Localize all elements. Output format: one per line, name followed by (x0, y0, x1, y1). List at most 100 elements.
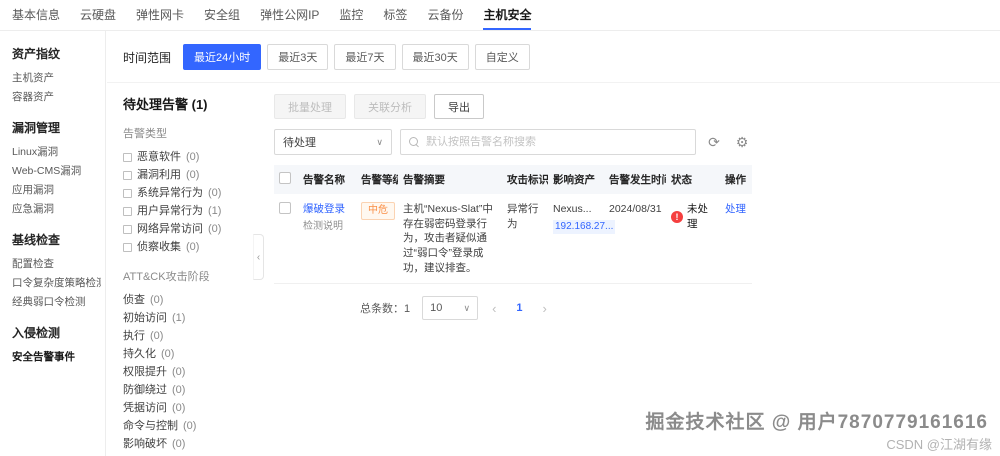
sidebar-item-linux-vuln[interactable]: Linux漏洞 (12, 143, 101, 162)
filter-item-label: 凭据访问 (123, 402, 167, 414)
pending-alerts-section: 待处理告警 (1) 告警类型 恶意软件 (0) 漏洞利用 (0) 系统异常行为 … (107, 83, 1000, 453)
filter-item-persistence[interactable]: 持久化 (0) (123, 345, 253, 363)
filter-item-execution[interactable]: 执行 (0) (123, 327, 253, 345)
status-filter-select[interactable]: 待处理 ∨ (274, 129, 392, 155)
filter-item-reconnaissance[interactable]: 侦查 (0) (123, 291, 253, 309)
export-button[interactable]: 导出 (434, 94, 484, 119)
filter-collapse-handle[interactable]: ‹ (253, 234, 264, 280)
search-input[interactable] (426, 136, 687, 148)
filter-item-user-anomaly[interactable]: 用户异常行为 (1) (123, 202, 253, 220)
watermark-csdn: CSDN @江湖有缘 (886, 437, 992, 452)
filter-item-count: (0) (186, 241, 200, 253)
sidebar-item-password-complexity[interactable]: 口令复杂度策略检测 (12, 274, 101, 293)
main-content: 时间范围 最近24小时 最近3天 最近7天 最近30天 自定义 待处理告警 (1… (107, 31, 1000, 456)
filter-item-count: (0) (208, 187, 222, 199)
alert-time: 2024/08/31 (604, 194, 666, 285)
sidebar-section-vulnerability: 漏洞管理 Linux漏洞 Web-CMS漏洞 应用漏洞 应急漏洞 (12, 119, 101, 219)
alert-name-link[interactable]: 爆破登录 (303, 203, 345, 215)
select-all-checkbox[interactable] (279, 172, 291, 184)
col-time: 告警发生时间 (604, 165, 666, 194)
filter-item-network-anomaly[interactable]: 网络异常访问 (0) (123, 220, 253, 238)
filter-item-command-control[interactable]: 命令与控制 (0) (123, 417, 253, 435)
time-btn-24h[interactable]: 最近24小时 (183, 44, 262, 70)
filter-item-impact[interactable]: 影响破坏 (0) (123, 435, 253, 453)
filter-item-count: (1) (172, 312, 186, 324)
network-anomaly-icon (123, 224, 132, 234)
status-filter-value: 待处理 (283, 137, 316, 149)
filter-item-system-anomaly[interactable]: 系统异常行为 (0) (123, 184, 253, 202)
batch-handle-button[interactable]: 批量处理 (274, 94, 346, 119)
handle-action-link[interactable]: 处理 (725, 203, 746, 215)
sidebar-item-webcms-vuln[interactable]: Web-CMS漏洞 (12, 162, 101, 181)
next-page-button[interactable]: › (540, 301, 548, 316)
search-field[interactable] (400, 129, 696, 155)
filter-item-label: 防御绕过 (123, 384, 167, 396)
sidebar-section-title: 资产指纹 (12, 47, 61, 61)
status-text: 未处理 (687, 203, 708, 230)
table-row: 爆破登录 检测说明 中危 主机“Nexus-Slat”中存在弱密码登录行为，攻击… (274, 194, 752, 285)
time-btn-3d[interactable]: 最近3天 (267, 44, 329, 70)
time-btn-7d[interactable]: 最近7天 (334, 44, 396, 70)
user-anomaly-icon (123, 206, 132, 216)
filter-item-count: (0) (208, 223, 222, 235)
filter-item-recon-collection[interactable]: 侦察收集 (0) (123, 238, 253, 256)
tab-tags[interactable]: 标签 (383, 0, 407, 30)
sidebar: 资产指纹 主机资产 容器资产 漏洞管理 Linux漏洞 Web-CMS漏洞 应用… (0, 31, 106, 456)
filter-item-exploit[interactable]: 漏洞利用 (0) (123, 166, 253, 184)
filter-item-count: (0) (172, 438, 186, 450)
sidebar-item-container-assets[interactable]: 容器资产 (12, 88, 101, 107)
collapse-left-icon: ‹ (256, 251, 261, 263)
filter-item-count: (0) (186, 151, 200, 163)
filter-item-label: 恶意软件 (137, 151, 181, 163)
tab-security-group[interactable]: 安全组 (204, 0, 240, 30)
sidebar-item-host-assets[interactable]: 主机资产 (12, 69, 101, 88)
filter-item-privilege-escalation[interactable]: 权限提升 (0) (123, 363, 253, 381)
time-btn-custom[interactable]: 自定义 (474, 44, 530, 70)
status-badge: ! 未处理 (671, 202, 715, 231)
tab-cloud-backup[interactable]: 云备份 (427, 0, 463, 30)
sidebar-item-config-check[interactable]: 配置检查 (12, 255, 101, 274)
alerts-searchbar: 待处理 ∨ ⟳ ⚙ (274, 129, 752, 155)
prev-page-button[interactable]: ‹ (490, 301, 498, 316)
filter-group-title: ATT&CK攻击阶段 (123, 271, 210, 283)
filter-item-label: 执行 (123, 330, 145, 342)
sidebar-item-security-alarm-events[interactable]: 安全告警事件 (12, 348, 101, 367)
sidebar-item-app-vuln[interactable]: 应用漏洞 (12, 181, 101, 200)
tab-monitoring[interactable]: 监控 (339, 0, 363, 30)
search-icon (409, 136, 420, 148)
correlation-analysis-button[interactable]: 关联分析 (354, 94, 426, 119)
filter-item-label: 侦察收集 (137, 241, 181, 253)
top-tab-bar: 基本信息 云硬盘 弹性网卡 安全组 弹性公网IP 监控 标签 云备份 主机安全 (0, 0, 1000, 31)
alert-summary: 主机“Nexus-Slat”中存在弱密码登录行为，攻击者疑似通过“弱口令”登录成… (398, 194, 502, 285)
tab-cloud-disk[interactable]: 云硬盘 (80, 0, 116, 30)
refresh-icon[interactable]: ⟳ (704, 134, 724, 151)
sidebar-item-emergency-vuln[interactable]: 应急漏洞 (12, 200, 101, 219)
filter-item-initial-access[interactable]: 初始访问 (1) (123, 309, 253, 327)
col-alert-name: 告警名称 (298, 165, 356, 194)
chevron-down-icon: ∨ (463, 302, 471, 313)
tab-host-security[interactable]: 主机安全 (483, 0, 532, 30)
system-anomaly-icon (123, 188, 132, 198)
filter-item-label: 初始访问 (123, 312, 167, 324)
filter-item-count: (0) (172, 402, 186, 414)
settings-icon[interactable]: ⚙ (732, 134, 752, 151)
filter-item-malware[interactable]: 恶意软件 (0) (123, 148, 253, 166)
time-range-group: 最近24小时 最近3天 最近7天 最近30天 自定义 (183, 44, 530, 70)
col-summary: 告警摘要 (398, 165, 502, 194)
filter-item-credential-access[interactable]: 凭据访问 (0) (123, 399, 253, 417)
filter-item-count: (0) (172, 366, 186, 378)
filter-group-alert-type: 告警类型 恶意软件 (0) 漏洞利用 (0) 系统异常行为 (0) 用户异常行为… (123, 125, 253, 256)
filter-item-defense-evasion[interactable]: 防御绕过 (0) (123, 381, 253, 399)
col-action: 操作 (720, 165, 752, 194)
tab-basic-info[interactable]: 基本信息 (12, 0, 60, 30)
time-range-bar: 时间范围 最近24小时 最近3天 最近7天 最近30天 自定义 (107, 31, 1000, 83)
page: 基本信息 云硬盘 弹性网卡 安全组 弹性公网IP 监控 标签 云备份 主机安全 … (0, 0, 1000, 456)
tab-eip[interactable]: 弹性公网IP (260, 0, 319, 30)
time-btn-30d[interactable]: 最近30天 (401, 44, 469, 70)
row-checkbox[interactable] (279, 202, 291, 214)
tab-elastic-nic[interactable]: 弹性网卡 (136, 0, 184, 30)
current-page[interactable]: 1 (510, 302, 528, 314)
page-size-select[interactable]: 10 ∨ (422, 296, 479, 321)
sidebar-item-weak-password[interactable]: 经典弱口令检测 (12, 293, 101, 312)
asset-name[interactable]: Nexus... (553, 202, 599, 217)
